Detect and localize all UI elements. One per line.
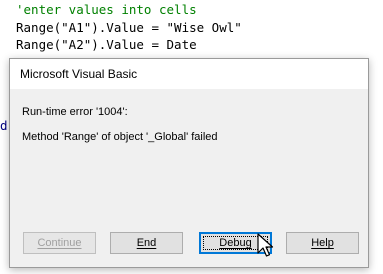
error-message-text: Method 'Range' of object '_Global' faile…: [22, 131, 218, 143]
code-line-range-a1: Range("A1").Value = "Wise Owl": [16, 20, 242, 35]
help-button[interactable]: Help: [286, 232, 359, 254]
code-comment-line: 'enter values into cells: [16, 2, 197, 17]
continue-button[interactable]: Continue: [23, 232, 96, 254]
dialog-titlebar[interactable]: Microsoft Visual Basic: [10, 59, 368, 89]
runtime-error-dialog: Microsoft Visual Basic Run-time error '1…: [9, 58, 369, 268]
error-code-text: Run-time error '1004':: [22, 106, 128, 118]
code-partial-keyword: d: [0, 118, 8, 133]
dialog-title: Microsoft Visual Basic: [20, 67, 138, 81]
code-line-range-a2: Range("A2").Value = Date: [16, 37, 197, 52]
end-button[interactable]: End: [110, 232, 183, 254]
mouse-pointer-icon: [257, 233, 274, 257]
